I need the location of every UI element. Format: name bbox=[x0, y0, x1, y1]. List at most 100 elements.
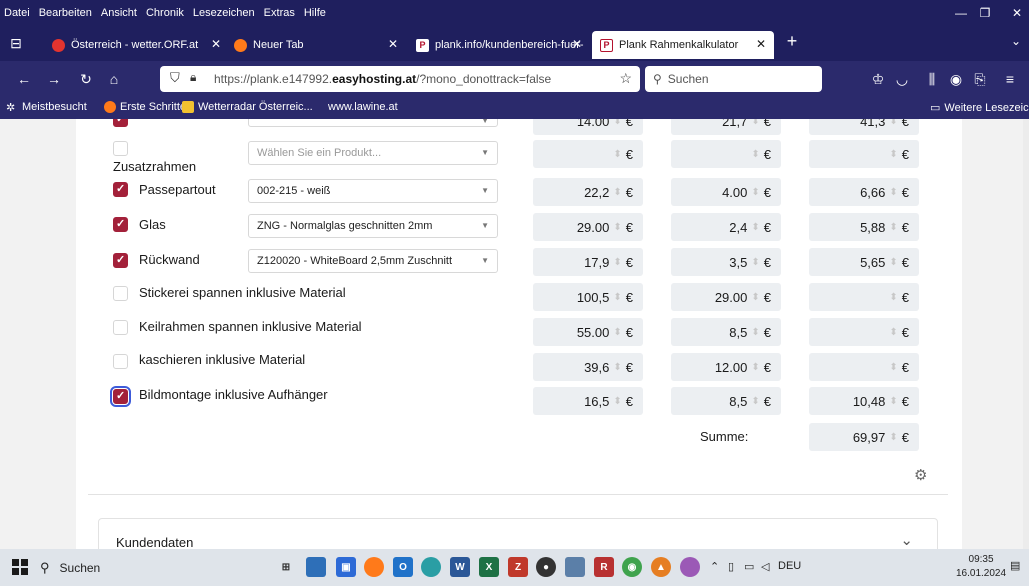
tab-plank-rahmenkalkulator[interactable]: P Plank Rahmenkalkulator ✕ bbox=[592, 31, 774, 59]
price-passepartout-2[interactable]: 4.00 ⬍ € bbox=[671, 178, 781, 206]
clock[interactable]: 09:35 16.01.2024 bbox=[956, 553, 1006, 581]
volume-icon[interactable]: ◁ bbox=[761, 560, 769, 573]
account-icon[interactable]: ◉ bbox=[946, 69, 966, 89]
checkbox-stickerei[interactable] bbox=[113, 286, 128, 301]
menu-hilfe[interactable]: Hilfe bbox=[304, 7, 326, 19]
price-keilrahmen-2[interactable]: 8,5 ⬍ € bbox=[671, 318, 781, 346]
taskbar-search[interactable]: ⚲ Suchen bbox=[40, 554, 268, 581]
price-kaschieren-1[interactable]: 39,6 ⬍ € bbox=[533, 353, 643, 381]
spinner-icon[interactable]: ⬍ bbox=[751, 292, 759, 303]
file-explorer-icon[interactable] bbox=[306, 557, 326, 577]
tab-list-chevron-icon[interactable]: ⌄ bbox=[1006, 31, 1026, 51]
language-indicator[interactable]: DEU bbox=[778, 560, 801, 572]
spinner-icon[interactable]: ⬍ bbox=[889, 362, 897, 373]
price-glas-1[interactable]: 29.00 ⬍ € bbox=[533, 213, 643, 241]
reload-icon[interactable]: ↻ bbox=[76, 69, 96, 89]
lock-icon[interactable]: 🔒︎ bbox=[190, 70, 196, 85]
app-icon-orange[interactable]: ▲ bbox=[651, 557, 671, 577]
outlook-icon[interactable]: O bbox=[393, 557, 413, 577]
extensions-icon[interactable]: ⎘ bbox=[970, 69, 990, 89]
spinner-icon[interactable]: ⬍ bbox=[613, 187, 621, 198]
menu-datei[interactable]: Datei bbox=[4, 7, 30, 19]
spinner-icon[interactable]: ⬍ bbox=[751, 149, 759, 160]
spinner-icon[interactable]: ⬍ bbox=[613, 119, 621, 127]
menu-extras[interactable]: Extras bbox=[264, 7, 295, 19]
monitor-icon[interactable]: ▭ bbox=[744, 560, 754, 573]
price-kaschieren-3[interactable]: ⬍ € bbox=[809, 353, 919, 381]
menu-lesezeichen[interactable]: Lesezeichen bbox=[193, 7, 255, 19]
spinner-icon[interactable]: ⬍ bbox=[613, 396, 621, 407]
spinner-icon[interactable]: ⬍ bbox=[889, 327, 897, 338]
back-icon[interactable]: ← bbox=[14, 69, 34, 89]
price-keilrahmen-3[interactable]: ⬍ € bbox=[809, 318, 919, 346]
spinner-icon[interactable]: ⬍ bbox=[613, 292, 621, 303]
tab-neuer-tab[interactable]: Neuer Tab ✕ bbox=[226, 31, 406, 59]
app-icon-pdf[interactable]: R bbox=[594, 557, 614, 577]
checkbox-keilrahmen[interactable] bbox=[113, 320, 128, 335]
price-passepartout-3[interactable]: 6,66 ⬍ € bbox=[809, 178, 919, 206]
select-zusatzrahmen[interactable]: Wählen Sie ein Produkt... ▼ bbox=[248, 141, 498, 165]
spinner-icon[interactable]: ⬍ bbox=[889, 257, 897, 268]
app-icon-teal[interactable] bbox=[421, 557, 441, 577]
price-bildmontage-1[interactable]: 16,5 ⬍ € bbox=[533, 387, 643, 415]
bookmark-wetterradar[interactable]: Wetterradar Österreic... bbox=[182, 101, 313, 113]
tab-wetter-orf[interactable]: Österreich - wetter.ORF.at ✕ bbox=[44, 31, 229, 59]
chevron-down-icon[interactable]: ⌄ bbox=[900, 531, 913, 549]
restore-icon[interactable]: ❐ bbox=[968, 0, 1002, 25]
spinner-icon[interactable]: ⬍ bbox=[889, 222, 897, 233]
price-partial-1[interactable]: 14.00 ⬍ € bbox=[533, 119, 643, 135]
spinner-icon[interactable]: ⬍ bbox=[751, 187, 759, 198]
spinner-icon[interactable]: ⬍ bbox=[889, 119, 897, 127]
close-window-icon[interactable]: ✕ bbox=[1000, 0, 1029, 25]
spinner-icon[interactable]: ⬍ bbox=[751, 327, 759, 338]
price-rueckwand-3[interactable]: 5,65 ⬍ € bbox=[809, 248, 919, 276]
spinner-icon[interactable]: ⬍ bbox=[889, 292, 897, 303]
spinner-icon[interactable]: ⬍ bbox=[751, 362, 759, 373]
price-bildmontage-2[interactable]: 8,5 ⬍ € bbox=[671, 387, 781, 415]
spinner-icon[interactable]: ⬍ bbox=[613, 149, 621, 160]
spinner-icon[interactable]: ⬍ bbox=[889, 396, 897, 407]
app-icon-dark[interactable]: ● bbox=[536, 557, 556, 577]
select-rueckwand[interactable]: Z120020 - WhiteBoard 2,5mm Zuschnitt ▼ bbox=[248, 249, 498, 273]
summe-value-field[interactable]: 69,97 ⬍ € bbox=[809, 423, 919, 451]
tab-plank-kundenbereich[interactable]: P plank.info/kundenbereich-fuer- ✕ bbox=[408, 31, 590, 59]
page-scrollbar[interactable] bbox=[1023, 119, 1029, 549]
price-glas-2[interactable]: 2,4 ⬍ € bbox=[671, 213, 781, 241]
home-icon[interactable]: ⌂ bbox=[104, 69, 124, 89]
spinner-icon[interactable]: ⬍ bbox=[613, 362, 621, 373]
checkbox-bildmontage[interactable] bbox=[110, 386, 131, 407]
forward-icon[interactable]: → bbox=[44, 69, 64, 89]
shield-icon[interactable]: ⛉ bbox=[170, 70, 180, 86]
kundendaten-card[interactable]: Kundendaten ⌄ bbox=[98, 518, 938, 549]
windows-start-icon[interactable] bbox=[12, 559, 28, 575]
url-bar[interactable]: ⛉ 🔒︎ https://plank.e147992.easyhosting.a… bbox=[160, 66, 640, 92]
checkbox-passepartout[interactable] bbox=[113, 182, 128, 197]
spinner-icon[interactable]: ⬍ bbox=[613, 257, 621, 268]
price-kaschieren-2[interactable]: 12.00 ⬍ € bbox=[671, 353, 781, 381]
price-passepartout-1[interactable]: 22,2 ⬍ € bbox=[533, 178, 643, 206]
store-icon[interactable]: ▣ bbox=[336, 557, 356, 577]
price-partial-2[interactable]: 21,7 ⬍ € bbox=[671, 119, 781, 135]
spinner-icon[interactable]: ⬍ bbox=[751, 222, 759, 233]
bookmark-weitere[interactable]: ▭ Weitere Lesezeichen bbox=[930, 101, 1029, 115]
spinner-icon[interactable]: ⬍ bbox=[613, 327, 621, 338]
shield-extension-icon[interactable]: ◡ bbox=[892, 69, 912, 89]
price-stickerei-2[interactable]: 29.00 ⬍ € bbox=[671, 283, 781, 311]
select-partial-row[interactable]: ▼ bbox=[248, 119, 498, 127]
spinner-icon[interactable]: ⬍ bbox=[751, 396, 759, 407]
select-glas[interactable]: ZNG - Normalglas geschnitten 2mm ▼ bbox=[248, 214, 498, 238]
bookmark-star-icon[interactable]: ☆ bbox=[619, 70, 632, 87]
close-tab-icon[interactable]: ✕ bbox=[756, 37, 766, 51]
price-zusatzrahmen-1[interactable]: ⬍ € bbox=[533, 140, 643, 168]
new-tab-icon[interactable]: + bbox=[782, 31, 802, 51]
bookmark-erste-schritte[interactable]: Erste Schritte bbox=[104, 101, 186, 113]
bookmark-lawine[interactable]: www.lawine.at bbox=[328, 101, 398, 113]
library-icon[interactable]: ⫼ bbox=[922, 69, 942, 89]
price-rueckwand-2[interactable]: 3,5 ⬍ € bbox=[671, 248, 781, 276]
search-input[interactable]: ⚲ Suchen bbox=[645, 66, 822, 92]
bookmark-meistbesucht[interactable]: ✲ Meistbesucht bbox=[6, 101, 87, 114]
menu-chronik[interactable]: Chronik bbox=[146, 7, 184, 19]
word-icon[interactable]: W bbox=[450, 557, 470, 577]
checkbox-glas[interactable] bbox=[113, 217, 128, 232]
network-icon[interactable]: ▯ bbox=[728, 560, 734, 573]
